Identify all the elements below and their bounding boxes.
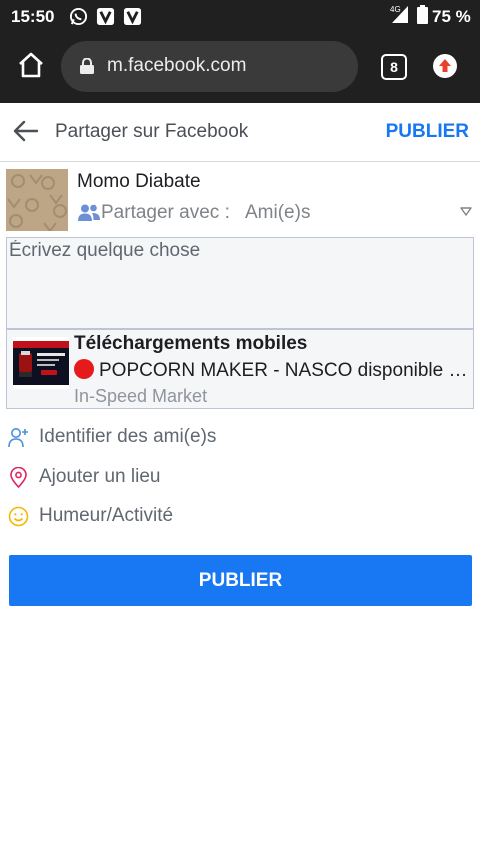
dropdown-caret-icon xyxy=(460,207,472,216)
signal-icon xyxy=(392,6,408,23)
url-text: m.facebook.com xyxy=(107,55,247,76)
tag-friends-label: Identifier des ami(e)s xyxy=(39,426,217,447)
red-circle-emoji xyxy=(74,359,94,379)
add-location-label: Ajouter un lieu xyxy=(39,466,161,487)
tag-friends-action[interactable]: Identifier des ami(e)s xyxy=(8,423,472,453)
page-title: Partager sur Facebook xyxy=(55,121,249,142)
location-pin-icon xyxy=(10,467,27,488)
feeling-activity-action[interactable]: Humeur/Activité xyxy=(8,502,472,532)
address-bar[interactable]: m.facebook.com xyxy=(61,41,358,92)
post-text-input[interactable] xyxy=(9,240,467,322)
back-arrow-icon[interactable] xyxy=(13,120,39,142)
vpn-app-icon xyxy=(96,7,115,26)
author-name: Momo Diabate xyxy=(77,171,201,192)
avatar-pattern-image xyxy=(6,169,68,231)
status-bar: 15:50 4G 75 % xyxy=(0,0,480,32)
smiley-icon xyxy=(8,506,29,527)
publish-button[interactable]: PUBLIER xyxy=(9,555,472,606)
battery-percent: 75 % xyxy=(432,7,471,26)
feeling-activity-label: Humeur/Activité xyxy=(39,505,174,526)
update-arrow-icon xyxy=(439,59,451,72)
update-button[interactable] xyxy=(433,54,457,78)
publish-header-button[interactable]: PUBLIER xyxy=(386,121,469,143)
share-header: Partager sur Facebook PUBLIER xyxy=(0,103,480,162)
link-preview-description-text: POPCORN MAKER - NASCO disponible chez In… xyxy=(99,360,470,381)
link-preview-description: POPCORN MAKER - NASCO disponible chez In… xyxy=(74,359,470,382)
battery-icon xyxy=(417,5,428,24)
whatsapp-icon xyxy=(69,7,88,26)
friends-icon xyxy=(78,204,100,221)
lock-icon xyxy=(80,58,94,74)
home-icon[interactable] xyxy=(18,52,44,78)
tag-friends-icon xyxy=(8,428,28,448)
share-with-label: Partager avec : xyxy=(101,202,230,223)
link-preview-card[interactable]: Téléchargements mobiles POPCORN MAKER - … xyxy=(6,329,474,409)
audience-value: Ami(e)s xyxy=(245,202,311,223)
add-location-action[interactable]: Ajouter un lieu xyxy=(8,463,472,493)
browser-toolbar: m.facebook.com 8 xyxy=(0,32,480,103)
audience-selector[interactable]: Partager avec : Ami(e)s xyxy=(78,202,472,224)
tab-switcher-button[interactable]: 8 xyxy=(381,54,407,80)
link-preview-title: Téléchargements mobiles xyxy=(74,333,308,354)
post-composer xyxy=(6,237,474,329)
link-preview-thumbnail xyxy=(13,337,69,389)
status-time: 15:50 xyxy=(11,7,55,26)
avatar xyxy=(6,169,68,231)
link-preview-source: In-Speed Market xyxy=(74,386,208,406)
product-thumbnail-image xyxy=(13,337,69,389)
vpn-app-icon-2 xyxy=(123,7,142,26)
